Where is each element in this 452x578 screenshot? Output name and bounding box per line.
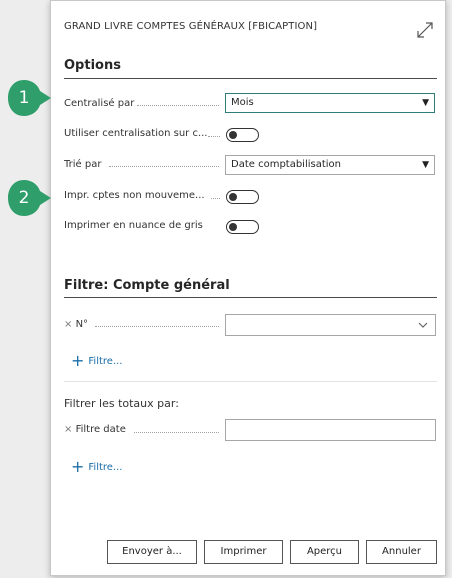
trie-par-value: Date comptabilisation bbox=[231, 159, 342, 170]
remove-filter-icon[interactable]: × bbox=[64, 424, 72, 435]
dropdown-arrow-icon: ▼ bbox=[422, 160, 429, 170]
nuance-gris-label: Imprimer en nuance de gris bbox=[64, 220, 203, 231]
trie-par-label: Trié par bbox=[64, 159, 102, 170]
leader-dots bbox=[95, 326, 219, 328]
add-filter-text: Filtre... bbox=[88, 356, 123, 367]
dialog-title: GRAND LIVRE COMPTES GÉNÉRAUX [FBICAPTION… bbox=[64, 21, 318, 32]
impr-cptes-label: Impr. cptes non mouveme... bbox=[64, 190, 205, 201]
callout-number: 1 bbox=[18, 88, 30, 108]
dropdown-arrow-icon: ▼ bbox=[422, 98, 429, 108]
background-page-right bbox=[446, 0, 452, 578]
leader-dots bbox=[109, 166, 219, 168]
leader-dots bbox=[211, 198, 220, 200]
report-request-dialog: GRAND LIVRE COMPTES GÉNÉRAUX [FBICAPTION… bbox=[50, 0, 446, 576]
filter-date-label: × Filtre date bbox=[64, 424, 126, 435]
imprimer-button[interactable]: Imprimer bbox=[204, 540, 283, 564]
toggle-knob bbox=[229, 131, 237, 139]
filtre-divider bbox=[64, 297, 437, 298]
add-filter-link[interactable]: + Filtre... bbox=[71, 351, 123, 370]
toggle-knob bbox=[229, 193, 237, 201]
options-heading: Options bbox=[64, 58, 121, 73]
add-total-filter-link[interactable]: + Filtre... bbox=[71, 457, 123, 476]
envoyer-button[interactable]: Envoyer à... bbox=[107, 540, 197, 564]
plus-icon: + bbox=[71, 457, 85, 476]
leader-dots bbox=[134, 432, 219, 434]
centralise-value: Mois bbox=[231, 97, 254, 108]
no-label-text: N° bbox=[75, 319, 89, 330]
expand-icon[interactable] bbox=[415, 20, 435, 40]
callout-badge-2: 2 bbox=[6, 178, 51, 218]
chevron-down-icon[interactable] bbox=[418, 320, 428, 330]
apercu-button[interactable]: Aperçu bbox=[290, 540, 359, 564]
remove-filter-icon[interactable]: × bbox=[64, 319, 72, 330]
date-filter-input[interactable] bbox=[225, 419, 436, 441]
filtrer-totaux-heading: Filtrer les totaux par: bbox=[64, 397, 179, 410]
add-filter-text: Filtre... bbox=[88, 462, 123, 473]
date-label-text: Filtre date bbox=[75, 424, 126, 435]
filtre-compte-heading: Filtre: Compte général bbox=[64, 278, 230, 293]
filter-no-label: × N° bbox=[64, 319, 88, 330]
impr-cptes-toggle[interactable] bbox=[226, 190, 259, 204]
centralise-label: Centralisé par bbox=[64, 98, 135, 109]
toggle-knob bbox=[229, 223, 237, 231]
centralise-select[interactable]: Mois ▼ bbox=[225, 93, 435, 113]
annuler-button[interactable]: Annuler bbox=[366, 540, 437, 564]
plus-icon: + bbox=[71, 351, 85, 370]
leader-dots bbox=[137, 105, 219, 107]
leader-dots bbox=[208, 136, 220, 138]
callout-number: 2 bbox=[18, 188, 30, 208]
section-separator bbox=[64, 381, 437, 382]
utiliser-centralisation-toggle[interactable] bbox=[226, 128, 259, 142]
utiliser-centralisation-label: Utiliser centralisation sur c... bbox=[64, 128, 208, 139]
nuance-gris-toggle[interactable] bbox=[226, 220, 259, 234]
options-divider bbox=[64, 78, 437, 79]
trie-par-select[interactable]: Date comptabilisation ▼ bbox=[225, 155, 435, 175]
callout-badge-1: 1 bbox=[6, 78, 51, 118]
no-filter-input[interactable] bbox=[225, 314, 436, 336]
